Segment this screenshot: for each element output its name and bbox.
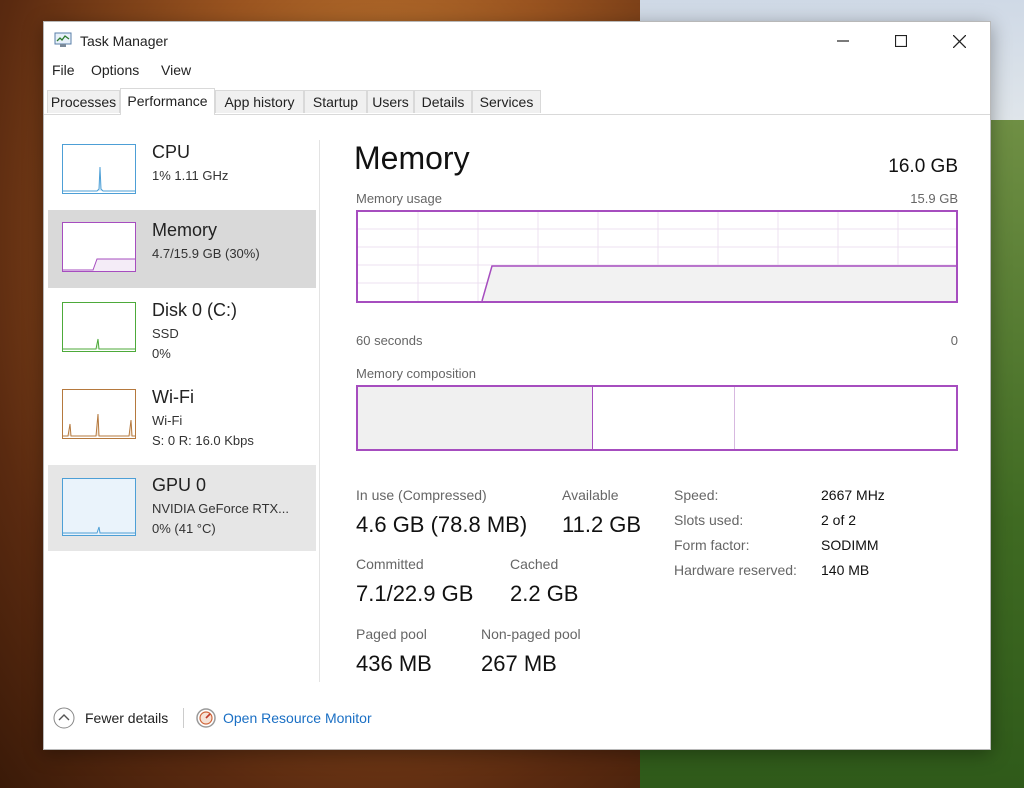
graph-time-right: 0 bbox=[950, 333, 958, 348]
in-use-label: In use (Compressed) bbox=[356, 487, 487, 503]
tab-services[interactable]: Services bbox=[472, 90, 541, 113]
tab-startup[interactable]: Startup bbox=[304, 90, 367, 113]
spec-value: 140 MB bbox=[821, 562, 870, 578]
minimize-icon bbox=[837, 40, 849, 42]
sidebar-title: CPU bbox=[152, 142, 191, 162]
tab-strip: Processes Performance App history Startu… bbox=[44, 88, 990, 115]
sidebar-detail: Wi-Fi bbox=[152, 413, 183, 428]
close-icon bbox=[952, 34, 966, 48]
disk-thumbnail-graph bbox=[62, 302, 136, 352]
maximize-button[interactable] bbox=[872, 22, 930, 60]
tab-processes[interactable]: Processes bbox=[47, 90, 120, 113]
footer-separator bbox=[183, 708, 184, 728]
sidebar-title: Wi-Fi bbox=[152, 387, 194, 407]
footer-bar: Fewer details Open Resource Monitor bbox=[44, 702, 990, 732]
sidebar-item-disk[interactable]: Disk 0 (C:) SSD 0% bbox=[48, 290, 316, 368]
sidebar-detail-2: 0% (41 °C) bbox=[152, 521, 216, 536]
minimize-button[interactable] bbox=[814, 22, 872, 60]
graph-time-left: 60 seconds bbox=[356, 333, 423, 348]
sidebar-item-gpu[interactable]: GPU 0 NVIDIA GeForce RTX... 0% (41 °C) bbox=[48, 465, 316, 551]
memory-usage-max: 15.9 GB bbox=[910, 191, 958, 206]
memory-composition-label: Memory composition bbox=[356, 366, 476, 381]
tab-performance[interactable]: Performance bbox=[120, 88, 215, 115]
composition-in-use bbox=[358, 387, 593, 449]
non-paged-pool-label: Non-paged pool bbox=[481, 626, 581, 642]
memory-composition-bar bbox=[356, 385, 958, 451]
resource-monitor-icon bbox=[196, 708, 216, 728]
memory-thumbnail-graph bbox=[62, 222, 136, 272]
available-value: 11.2 GB bbox=[562, 512, 642, 537]
spec-label: Hardware reserved: bbox=[674, 562, 797, 578]
sidebar-detail: 4.7/15.9 GB (30%) bbox=[152, 246, 260, 261]
sidebar-detail: 1% 1.11 GHz bbox=[152, 168, 229, 183]
sidebar-detail-2: 0% bbox=[152, 346, 171, 361]
spec-value: SODIMM bbox=[821, 537, 879, 553]
sidebar-detail: SSD bbox=[152, 326, 179, 341]
panel-divider bbox=[319, 140, 320, 682]
memory-usage-label: Memory usage bbox=[356, 191, 442, 206]
paged-pool-value: 436 MB bbox=[356, 651, 432, 676]
spec-value: 2667 MHz bbox=[821, 487, 885, 503]
sidebar-title: Memory bbox=[152, 220, 218, 240]
composition-standby-divider bbox=[734, 387, 735, 449]
close-button[interactable] bbox=[930, 22, 988, 60]
open-resource-monitor-label: Open Resource Monitor bbox=[223, 710, 372, 726]
tab-users[interactable]: Users bbox=[367, 90, 414, 113]
cached-label: Cached bbox=[510, 556, 559, 572]
menu-file[interactable]: File bbox=[52, 62, 75, 78]
sidebar-item-cpu[interactable]: CPU 1% 1.11 GHz bbox=[48, 132, 316, 210]
available-label: Available bbox=[562, 487, 619, 503]
fewer-details-label: Fewer details bbox=[85, 710, 169, 726]
sidebar-detail-2: S: 0 R: 16.0 Kbps bbox=[152, 433, 254, 448]
total-memory: 16.0 GB bbox=[888, 156, 958, 177]
committed-value: 7.1/22.9 GB bbox=[356, 581, 474, 606]
tab-details[interactable]: Details bbox=[414, 90, 472, 113]
spec-value: 2 of 2 bbox=[821, 512, 857, 528]
maximize-icon bbox=[895, 35, 907, 47]
open-resource-monitor-link[interactable]: Open Resource Monitor bbox=[195, 707, 372, 729]
chevron-up-icon bbox=[53, 707, 75, 729]
wifi-thumbnail-graph bbox=[62, 389, 136, 439]
spec-label: Speed: bbox=[674, 487, 719, 503]
task-manager-icon bbox=[54, 32, 72, 47]
spec-label: Form factor: bbox=[674, 537, 750, 553]
cpu-thumbnail-graph bbox=[62, 144, 136, 194]
page-title: Memory bbox=[354, 140, 470, 176]
sidebar-detail: NVIDIA GeForce RTX... bbox=[152, 501, 290, 516]
task-manager-window: Task Manager File Options View Processes… bbox=[43, 21, 991, 750]
in-use-value: 4.6 GB (78.8 MB) bbox=[356, 512, 528, 537]
non-paged-pool-value: 267 MB bbox=[481, 651, 557, 676]
sidebar-item-wifi[interactable]: Wi-Fi Wi-Fi S: 0 R: 16.0 Kbps bbox=[48, 377, 316, 455]
sidebar-title: Disk 0 (C:) bbox=[152, 300, 237, 320]
committed-label: Committed bbox=[356, 556, 424, 572]
fewer-details-button[interactable]: Fewer details bbox=[53, 707, 168, 729]
spec-label: Slots used: bbox=[674, 512, 744, 528]
gpu-thumbnail-graph bbox=[62, 478, 136, 536]
tab-app-history[interactable]: App history bbox=[215, 90, 304, 113]
menu-view[interactable]: View bbox=[161, 62, 191, 78]
menu-options[interactable]: Options bbox=[91, 62, 139, 78]
paged-pool-label: Paged pool bbox=[356, 626, 427, 642]
window-title: Task Manager bbox=[80, 33, 168, 49]
title-bar[interactable]: Task Manager bbox=[44, 22, 990, 60]
sidebar-item-memory[interactable]: Memory 4.7/15.9 GB (30%) bbox=[48, 210, 316, 288]
sidebar-title: GPU 0 bbox=[152, 475, 207, 495]
memory-usage-graph bbox=[356, 210, 958, 303]
cached-value: 2.2 GB bbox=[510, 581, 579, 606]
